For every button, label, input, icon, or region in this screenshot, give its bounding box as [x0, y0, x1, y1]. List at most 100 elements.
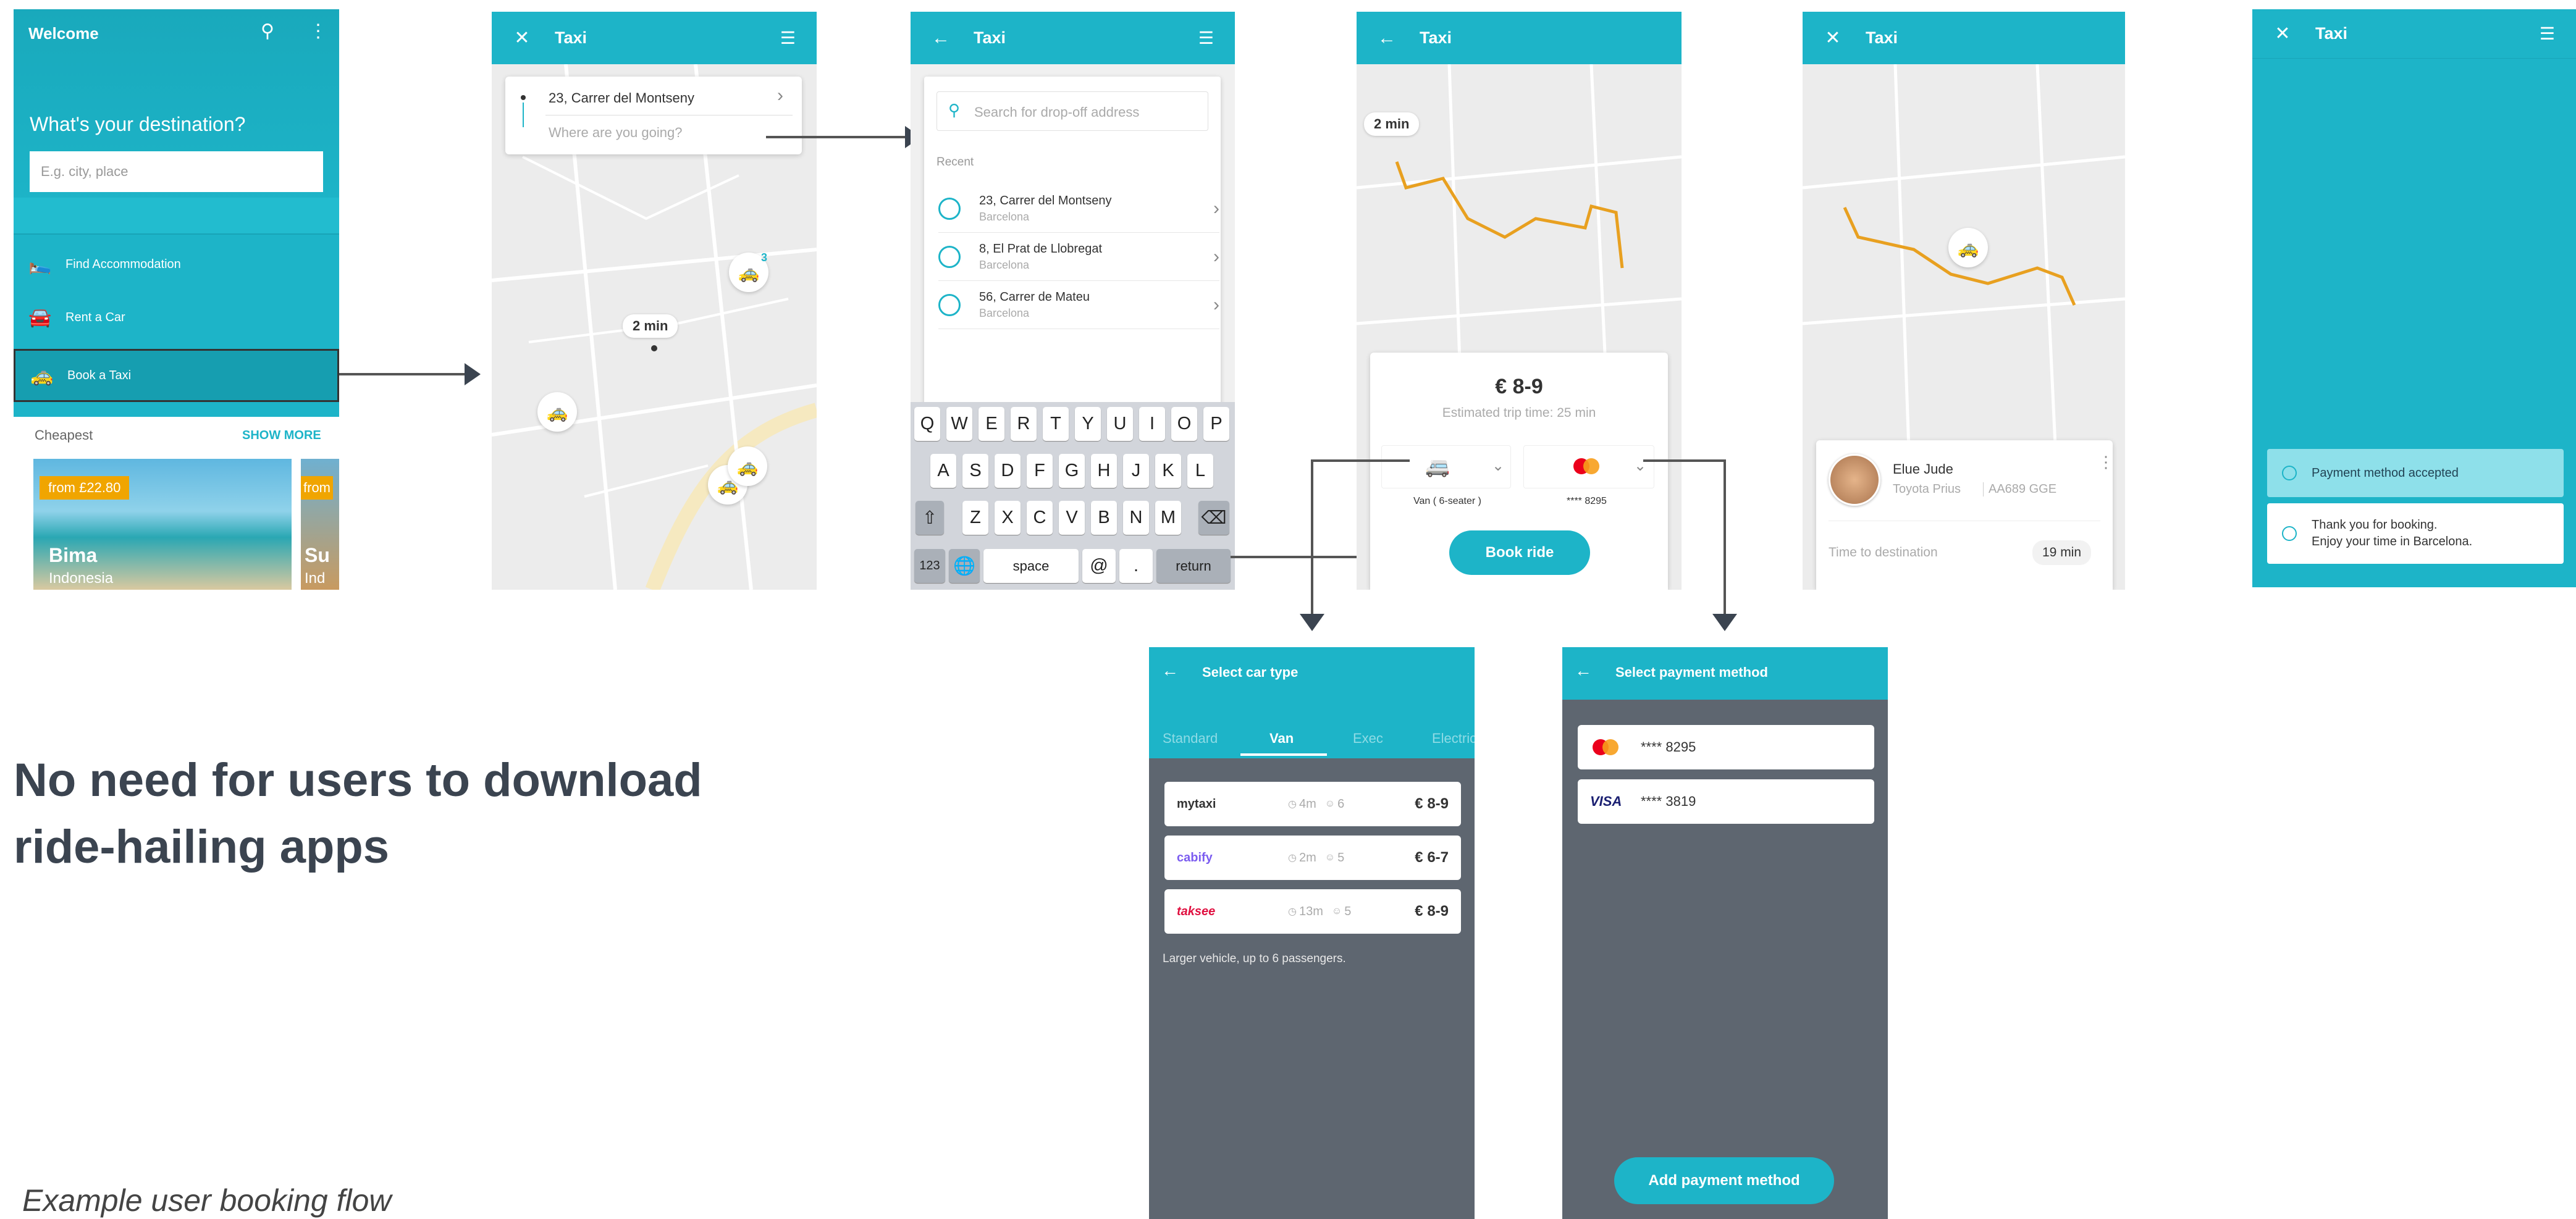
card-label: **** 8295	[1567, 496, 1607, 506]
screen-title: Select payment method	[1615, 664, 1768, 680]
recent-item[interactable]: 8, El Prat de Llobregat Barcelona ›	[938, 233, 1219, 281]
welcome-title: Welcome	[28, 24, 99, 43]
price-badge-2: from	[301, 476, 333, 500]
recent-item[interactable]: 23, Carrer del Montseny Barcelona ›	[938, 185, 1219, 233]
key-b[interactable]: B	[1091, 501, 1117, 535]
back-arrow-icon[interactable]: ←	[932, 28, 950, 49]
nav-book-taxi[interactable]: 🚕 Book a Taxi	[14, 349, 339, 402]
key-z[interactable]: Z	[962, 501, 988, 535]
wait-time: 2m	[1299, 850, 1316, 865]
car-model: Toyota Prius	[1893, 482, 1961, 496]
arrow-head	[465, 363, 481, 385]
flow-arrow	[1231, 556, 1373, 558]
key-a[interactable]: A	[930, 454, 956, 488]
key-h[interactable]: H	[1091, 454, 1117, 488]
key-f[interactable]: F	[1027, 454, 1053, 488]
recent-city: Barcelona	[979, 210, 1030, 223]
tab-electric[interactable]: Electric	[1432, 731, 1475, 747]
key-i[interactable]: I	[1139, 407, 1165, 441]
keyboard: QWERTYUIOP ASDFGHJKL ZXCVBNM ⇧ ⌫ 123 🌐 spa…	[911, 402, 1235, 590]
taxi-marker-icon[interactable]: 🚕	[537, 392, 577, 432]
at-key[interactable]: @	[1082, 549, 1116, 583]
back-arrow-icon[interactable]: ←	[1378, 28, 1396, 49]
destination-card-2[interactable]: from Su Ind	[301, 459, 339, 590]
more-icon[interactable]: ⋮	[2098, 453, 2114, 472]
header-title: Taxi	[974, 28, 1006, 47]
header-title: Taxi	[2315, 24, 2348, 43]
key-y[interactable]: Y	[1075, 407, 1101, 441]
history-icon[interactable]: ☰	[780, 28, 796, 48]
key-r[interactable]: R	[1011, 407, 1037, 441]
car-option[interactable]: taksee ◷ 13m ☺ 5 € 8-9	[1164, 889, 1461, 934]
back-arrow-icon[interactable]: ←	[1575, 661, 1592, 681]
back-arrow-icon[interactable]: ←	[1161, 661, 1179, 681]
avatar	[1829, 454, 1880, 506]
shift-key[interactable]: ⇧	[915, 501, 944, 535]
nav-rent-car[interactable]: 🚘 Rent a Car	[14, 291, 339, 344]
headline: No need for users to download ride-haili…	[14, 754, 702, 873]
car-option[interactable]: cabify ◷ 2m ☺ 5 € 6-7	[1164, 836, 1461, 880]
key-l[interactable]: L	[1187, 454, 1213, 488]
key-d[interactable]: D	[995, 454, 1021, 488]
destination-input[interactable]: E.g. city, place	[30, 151, 323, 192]
key-g[interactable]: G	[1059, 454, 1085, 488]
payment-selector[interactable]: ⌄	[1523, 445, 1654, 488]
key-t[interactable]: T	[1043, 407, 1069, 441]
space-key[interactable]: space	[983, 549, 1079, 583]
van-label: Van ( 6-seater )	[1413, 496, 1481, 506]
key-c[interactable]: C	[1027, 501, 1053, 535]
thank-you-message: Thank you for booking. Enjoy your time in…	[2267, 503, 2564, 564]
cheapest-label: Cheapest	[35, 427, 93, 443]
key-v[interactable]: V	[1059, 501, 1085, 535]
search-input[interactable]: ⚲ Search for drop-off address	[937, 91, 1208, 131]
key-u[interactable]: U	[1107, 407, 1133, 441]
payment-card-visa[interactable]: VISA **** 3819	[1578, 779, 1874, 824]
car-option[interactable]: mytaxi ◷ 4m ☺ 6 € 8-9	[1164, 782, 1461, 826]
taxi-marker-icon[interactable]: 🚕	[728, 446, 767, 486]
show-more-link[interactable]: SHOW MORE	[242, 429, 321, 443]
add-payment-method-button[interactable]: Add payment method	[1614, 1157, 1834, 1204]
numbers-key[interactable]: 123	[914, 549, 945, 583]
close-icon[interactable]: ✕	[1824, 27, 1842, 49]
key-m[interactable]: M	[1155, 501, 1181, 535]
recent-label: Recent	[937, 156, 974, 169]
key-s[interactable]: S	[962, 454, 988, 488]
bed-icon: 🛌	[28, 254, 52, 275]
key-w[interactable]: W	[946, 407, 972, 441]
key-j[interactable]: J	[1123, 454, 1149, 488]
tab-exec[interactable]: Exec	[1353, 731, 1383, 747]
destination-card[interactable]: from £22.80 Bima Indonesia	[33, 459, 292, 590]
payment-card-mastercard[interactable]: **** 8295	[1578, 725, 1874, 769]
key-q[interactable]: Q	[914, 407, 940, 441]
close-icon[interactable]: ✕	[513, 27, 531, 49]
dot-key[interactable]: .	[1119, 549, 1153, 583]
tab-van[interactable]: Van	[1269, 731, 1294, 747]
history-icon[interactable]: ☰	[2540, 23, 2555, 44]
origin-address[interactable]: 23, Carrer del Montseny	[549, 90, 694, 106]
nav-find-accommodation[interactable]: 🛌 Find Accommodation	[14, 238, 339, 291]
close-icon[interactable]: ✕	[2273, 23, 2292, 44]
clock-icon	[938, 245, 961, 268]
pickup-dot	[651, 345, 657, 351]
more-icon[interactable]: ⋮	[309, 20, 327, 42]
tab-standard[interactable]: Standard	[1163, 731, 1218, 747]
car-type-selector[interactable]: 🚐 ⌄	[1381, 445, 1511, 488]
search-placeholder: Search for drop-off address	[974, 104, 1140, 120]
card-number: **** 8295	[1641, 739, 1696, 755]
return-key[interactable]: return	[1156, 549, 1231, 583]
key-x[interactable]: X	[995, 501, 1021, 535]
recent-item[interactable]: 56, Carrer de Mateu Barcelona ›	[938, 281, 1219, 329]
history-icon[interactable]: ☰	[1198, 28, 1214, 48]
key-n[interactable]: N	[1123, 501, 1149, 535]
search-icon[interactable]: ⚲	[261, 20, 274, 42]
nav-label: Find Accommodation	[65, 257, 181, 271]
destination-field[interactable]: Where are you going?	[549, 125, 682, 141]
book-ride-button[interactable]: Book ride	[1449, 530, 1590, 575]
key-p[interactable]: P	[1203, 407, 1229, 441]
backspace-key[interactable]: ⌫	[1198, 501, 1229, 535]
globe-key[interactable]: 🌐	[949, 549, 980, 583]
key-o[interactable]: O	[1171, 407, 1197, 441]
key-e[interactable]: E	[979, 407, 1004, 441]
key-k[interactable]: K	[1155, 454, 1181, 488]
destination-name: Bima	[49, 544, 98, 566]
